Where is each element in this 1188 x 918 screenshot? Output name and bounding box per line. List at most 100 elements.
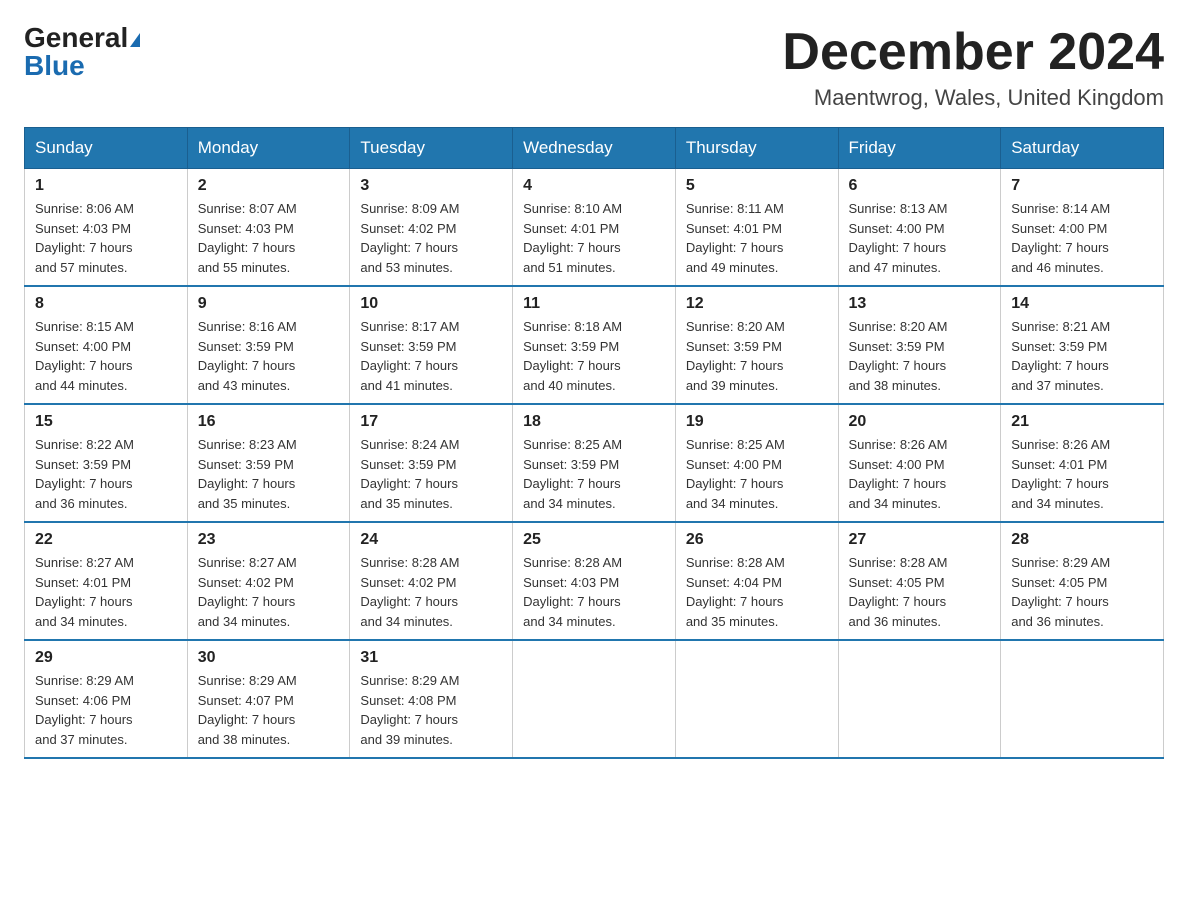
- empty-cell: [513, 640, 676, 758]
- day-cell-11: 11 Sunrise: 8:18 AM Sunset: 3:59 PM Dayli…: [513, 286, 676, 404]
- day-cell-18: 18 Sunrise: 8:25 AM Sunset: 3:59 PM Dayli…: [513, 404, 676, 522]
- day-number: 6: [849, 177, 991, 195]
- day-cell-8: 8 Sunrise: 8:15 AM Sunset: 4:00 PM Daylig…: [25, 286, 188, 404]
- empty-cell: [1001, 640, 1164, 758]
- day-cell-21: 21 Sunrise: 8:26 AM Sunset: 4:01 PM Dayli…: [1001, 404, 1164, 522]
- day-info: Sunrise: 8:15 AM Sunset: 4:00 PM Dayligh…: [35, 317, 177, 395]
- day-number: 5: [686, 177, 828, 195]
- day-cell-29: 29Sunrise: 8:29 AM Sunset: 4:06 PM Dayli…: [25, 640, 188, 758]
- day-number: 7: [1011, 177, 1153, 195]
- day-number: 13: [849, 295, 991, 313]
- day-number: 2: [198, 177, 340, 195]
- day-cell-12: 12 Sunrise: 8:20 AM Sunset: 3:59 PM Dayli…: [675, 286, 838, 404]
- day-number: 12: [686, 295, 828, 313]
- day-number: 21: [1011, 413, 1153, 431]
- logo-blue: Blue: [24, 50, 85, 81]
- day-cell-16: 16 Sunrise: 8:23 AM Sunset: 3:59 PM Dayli…: [187, 404, 350, 522]
- day-info: Sunrise: 8:25 AM Sunset: 4:00 PM Dayligh…: [686, 435, 828, 513]
- week-row-5: 29Sunrise: 8:29 AM Sunset: 4:06 PM Dayli…: [25, 640, 1164, 758]
- weekday-header-saturday: Saturday: [1001, 128, 1164, 169]
- week-row-1: 1 Sunrise: 8:06 AM Sunset: 4:03 PM Daylig…: [25, 169, 1164, 287]
- day-info: Sunrise: 8:23 AM Sunset: 3:59 PM Dayligh…: [198, 435, 340, 513]
- title-area: December 2024 Maentwrog, Wales, United K…: [782, 24, 1164, 111]
- day-cell-10: 10Sunrise: 8:17 AM Sunset: 3:59 PM Dayli…: [350, 286, 513, 404]
- empty-cell: [838, 640, 1001, 758]
- day-info: Sunrise: 8:25 AM Sunset: 3:59 PM Dayligh…: [523, 435, 665, 513]
- day-number: 4: [523, 177, 665, 195]
- day-cell-13: 13 Sunrise: 8:20 AM Sunset: 3:59 PM Dayli…: [838, 286, 1001, 404]
- logo-text: General Blue: [24, 24, 140, 80]
- day-cell-5: 5 Sunrise: 8:11 AM Sunset: 4:01 PM Daylig…: [675, 169, 838, 287]
- day-info: Sunrise: 8:06 AM Sunset: 4:03 PM Dayligh…: [35, 199, 177, 277]
- day-cell-24: 24Sunrise: 8:28 AM Sunset: 4:02 PM Dayli…: [350, 522, 513, 640]
- day-info: Sunrise: 8:07 AM Sunset: 4:03 PM Dayligh…: [198, 199, 340, 277]
- day-info: Sunrise: 8:26 AM Sunset: 4:01 PM Dayligh…: [1011, 435, 1153, 513]
- month-title: December 2024: [782, 24, 1164, 81]
- day-info: Sunrise: 8:18 AM Sunset: 3:59 PM Dayligh…: [523, 317, 665, 395]
- day-cell-27: 27Sunrise: 8:28 AM Sunset: 4:05 PM Dayli…: [838, 522, 1001, 640]
- day-info: Sunrise: 8:13 AM Sunset: 4:00 PM Dayligh…: [849, 199, 991, 277]
- page-header: General Blue December 2024 Maentwrog, Wa…: [24, 24, 1164, 111]
- weekday-header-sunday: Sunday: [25, 128, 188, 169]
- weekday-header-tuesday: Tuesday: [350, 128, 513, 169]
- day-number: 26: [686, 531, 828, 549]
- day-number: 16: [198, 413, 340, 431]
- day-number: 10: [360, 295, 502, 313]
- day-cell-31: 31 Sunrise: 8:29 AM Sunset: 4:08 PM Dayli…: [350, 640, 513, 758]
- calendar-table: SundayMondayTuesdayWednesdayThursdayFrid…: [24, 127, 1164, 759]
- day-info: Sunrise: 8:24 AM Sunset: 3:59 PM Dayligh…: [360, 435, 502, 513]
- day-info: Sunrise: 8:27 AM Sunset: 4:02 PM Dayligh…: [198, 553, 340, 631]
- weekday-header-wednesday: Wednesday: [513, 128, 676, 169]
- day-number: 11: [523, 295, 665, 313]
- day-number: 8: [35, 295, 177, 313]
- day-number: 14: [1011, 295, 1153, 313]
- day-info: Sunrise: 8:28 AM Sunset: 4:04 PM Dayligh…: [686, 553, 828, 631]
- day-number: 23: [198, 531, 340, 549]
- logo-triangle-icon: [130, 33, 140, 47]
- day-info: Sunrise: 8:22 AM Sunset: 3:59 PM Dayligh…: [35, 435, 177, 513]
- day-number: 18: [523, 413, 665, 431]
- day-cell-3: 3 Sunrise: 8:09 AM Sunset: 4:02 PM Daylig…: [350, 169, 513, 287]
- logo: General Blue: [24, 24, 140, 80]
- day-cell-25: 25Sunrise: 8:28 AM Sunset: 4:03 PM Dayli…: [513, 522, 676, 640]
- day-cell-19: 19 Sunrise: 8:25 AM Sunset: 4:00 PM Dayli…: [675, 404, 838, 522]
- day-info: Sunrise: 8:20 AM Sunset: 3:59 PM Dayligh…: [849, 317, 991, 395]
- day-info: Sunrise: 8:26 AM Sunset: 4:00 PM Dayligh…: [849, 435, 991, 513]
- day-info: Sunrise: 8:29 AM Sunset: 4:08 PM Dayligh…: [360, 671, 502, 749]
- week-row-3: 15Sunrise: 8:22 AM Sunset: 3:59 PM Dayli…: [25, 404, 1164, 522]
- day-number: 3: [360, 177, 502, 195]
- day-cell-23: 23 Sunrise: 8:27 AM Sunset: 4:02 PM Dayli…: [187, 522, 350, 640]
- day-number: 17: [360, 413, 502, 431]
- day-number: 9: [198, 295, 340, 313]
- day-number: 28: [1011, 531, 1153, 549]
- weekday-header-thursday: Thursday: [675, 128, 838, 169]
- day-cell-1: 1 Sunrise: 8:06 AM Sunset: 4:03 PM Daylig…: [25, 169, 188, 287]
- day-cell-4: 4 Sunrise: 8:10 AM Sunset: 4:01 PM Daylig…: [513, 169, 676, 287]
- day-number: 20: [849, 413, 991, 431]
- weekday-header-monday: Monday: [187, 128, 350, 169]
- day-cell-20: 20 Sunrise: 8:26 AM Sunset: 4:00 PM Dayli…: [838, 404, 1001, 522]
- day-info: Sunrise: 8:20 AM Sunset: 3:59 PM Dayligh…: [686, 317, 828, 395]
- day-number: 25: [523, 531, 665, 549]
- day-info: Sunrise: 8:28 AM Sunset: 4:05 PM Dayligh…: [849, 553, 991, 631]
- day-number: 1: [35, 177, 177, 195]
- day-cell-17: 17 Sunrise: 8:24 AM Sunset: 3:59 PM Dayli…: [350, 404, 513, 522]
- weekday-header-row: SundayMondayTuesdayWednesdayThursdayFrid…: [25, 128, 1164, 169]
- day-cell-6: 6 Sunrise: 8:13 AM Sunset: 4:00 PM Daylig…: [838, 169, 1001, 287]
- day-info: Sunrise: 8:29 AM Sunset: 4:05 PM Dayligh…: [1011, 553, 1153, 631]
- logo-general: General: [24, 22, 128, 53]
- day-info: Sunrise: 8:28 AM Sunset: 4:02 PM Dayligh…: [360, 553, 502, 631]
- day-number: 19: [686, 413, 828, 431]
- day-cell-7: 7 Sunrise: 8:14 AM Sunset: 4:00 PM Daylig…: [1001, 169, 1164, 287]
- day-info: Sunrise: 8:11 AM Sunset: 4:01 PM Dayligh…: [686, 199, 828, 277]
- day-cell-9: 9Sunrise: 8:16 AM Sunset: 3:59 PM Daylig…: [187, 286, 350, 404]
- day-info: Sunrise: 8:14 AM Sunset: 4:00 PM Dayligh…: [1011, 199, 1153, 277]
- day-cell-14: 14 Sunrise: 8:21 AM Sunset: 3:59 PM Dayli…: [1001, 286, 1164, 404]
- day-info: Sunrise: 8:21 AM Sunset: 3:59 PM Dayligh…: [1011, 317, 1153, 395]
- week-row-4: 22Sunrise: 8:27 AM Sunset: 4:01 PM Dayli…: [25, 522, 1164, 640]
- day-info: Sunrise: 8:10 AM Sunset: 4:01 PM Dayligh…: [523, 199, 665, 277]
- day-info: Sunrise: 8:09 AM Sunset: 4:02 PM Dayligh…: [360, 199, 502, 277]
- day-cell-26: 26 Sunrise: 8:28 AM Sunset: 4:04 PM Dayli…: [675, 522, 838, 640]
- day-number: 31: [360, 649, 502, 667]
- day-info: Sunrise: 8:29 AM Sunset: 4:07 PM Dayligh…: [198, 671, 340, 749]
